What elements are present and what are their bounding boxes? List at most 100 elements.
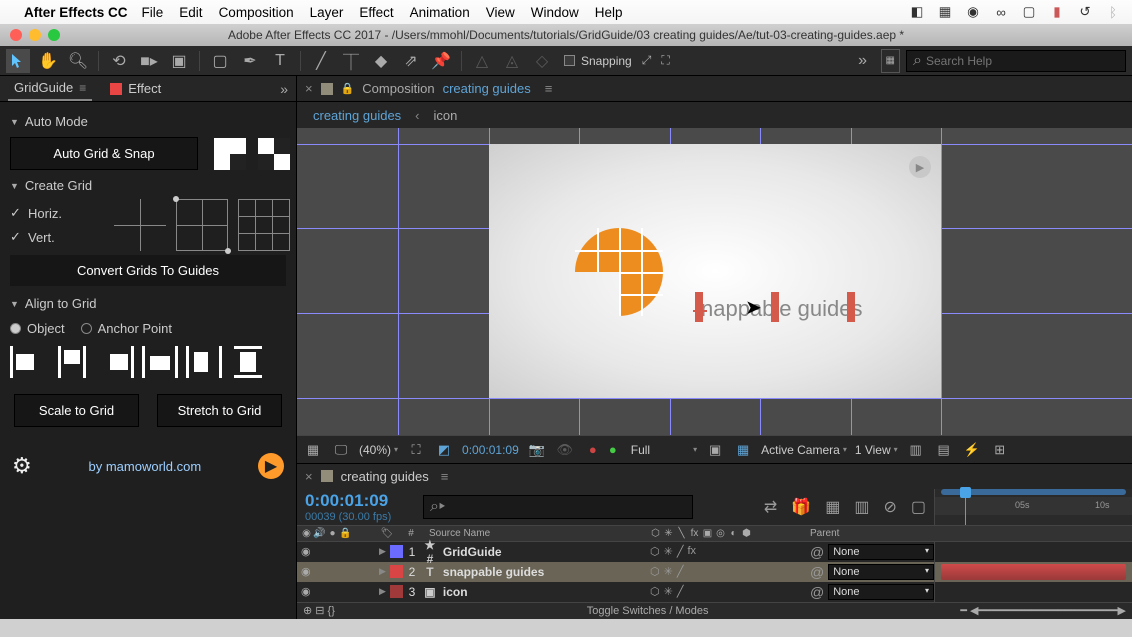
mamoworld-link[interactable]: by mamoworld.com xyxy=(42,459,248,474)
view-opt-4[interactable]: ⊞ xyxy=(990,440,1010,460)
crumb-back-icon[interactable]: ‹ xyxy=(415,108,419,123)
roi-icon[interactable]: ▣ xyxy=(705,440,725,460)
status-icon-1[interactable]: ◧ xyxy=(908,3,926,21)
snap-preset-1[interactable] xyxy=(214,138,246,170)
bluetooth-icon[interactable]: ᛒ xyxy=(1104,3,1122,21)
align-bottom[interactable] xyxy=(230,346,266,378)
menu-help[interactable]: Help xyxy=(595,5,623,20)
col-parent-header[interactable]: Parent xyxy=(804,528,934,539)
convert-grids-button[interactable]: Convert Grids To Guides xyxy=(10,255,286,286)
tl-search[interactable]: ⌕▸ xyxy=(423,495,693,519)
tab-gridguide[interactable]: GridGuide ≡ xyxy=(8,76,92,101)
parent-dropdown[interactable]: None▾ xyxy=(828,584,934,600)
menu-effect[interactable]: Effect xyxy=(359,5,393,20)
search-help[interactable]: ⌕ xyxy=(906,50,1126,72)
section-create-grid[interactable]: ▼Create Grid xyxy=(6,172,290,199)
text-tool[interactable]: T xyxy=(268,49,292,73)
align-middle[interactable] xyxy=(186,346,222,378)
channel-icon[interactable]: 🖵 xyxy=(331,440,351,460)
current-time-indicator[interactable] xyxy=(965,489,966,525)
mamoworld-logo[interactable]: ▶ xyxy=(258,453,284,479)
shape-tool[interactable]: ▢ xyxy=(208,49,232,73)
zoom-tool[interactable]: 🔍︎ xyxy=(66,49,90,73)
snapshot-icon[interactable]: 📷 xyxy=(527,440,547,460)
status-icon-cc[interactable]: ∞ xyxy=(992,3,1010,21)
col-label-header[interactable]: 🏷 xyxy=(375,528,399,539)
layer-row-2[interactable]: ◉ ▶ 2 Tsnappable guides ⬡✳╱ @None▾ xyxy=(297,562,1132,582)
tl-icon-5[interactable]: ⊘ xyxy=(883,497,896,517)
icon-layer[interactable] xyxy=(575,228,663,314)
status-icon-5[interactable]: ▮ xyxy=(1048,3,1066,21)
tl-icon-6[interactable]: ▢ xyxy=(911,497,926,517)
layer-name[interactable]: icon xyxy=(443,585,468,599)
resolution-dropdown[interactable]: Full▾ xyxy=(631,443,697,457)
view-opt-1[interactable]: ▥ xyxy=(906,440,926,460)
toolbar-more-icon[interactable]: » xyxy=(851,49,875,73)
clone-tool[interactable]: ⏉ xyxy=(339,49,363,73)
menu-animation[interactable]: Animation xyxy=(410,5,470,20)
status-icon-2[interactable]: ▦ xyxy=(936,3,954,21)
view-opt-2[interactable]: ▤ xyxy=(934,440,954,460)
scale-to-grid-button[interactable]: Scale to Grid xyxy=(14,394,139,427)
comp-menu-icon[interactable]: ≡ xyxy=(545,81,553,96)
status-icon-history[interactable]: ↺ xyxy=(1076,3,1094,21)
search-input[interactable] xyxy=(926,54,1119,68)
stretch-to-grid-button[interactable]: Stretch to Grid xyxy=(157,394,282,427)
tl-current-time[interactable]: 0:00:01:09 xyxy=(305,491,409,511)
horiz-check[interactable]: ✓Horiz. xyxy=(6,201,86,225)
close-button[interactable] xyxy=(10,29,22,41)
pan-behind-tool[interactable]: ▣ xyxy=(167,49,191,73)
minimize-button[interactable] xyxy=(29,29,41,41)
ratio-icon[interactable]: ⛶ xyxy=(406,440,426,460)
view-opt-3[interactable]: ⚡ xyxy=(962,440,982,460)
layer-label[interactable] xyxy=(390,545,403,558)
parent-dropdown[interactable]: None▾ xyxy=(828,564,934,580)
red-icon[interactable]: ● xyxy=(583,440,603,460)
tl-icon-4[interactable]: ▥ xyxy=(854,497,869,517)
section-align[interactable]: ▼Align to Grid xyxy=(6,290,290,317)
align-center-h[interactable] xyxy=(54,346,90,378)
zoom-dropdown[interactable]: (40%)▾ xyxy=(359,443,398,457)
auto-grid-snap-button[interactable]: Auto Grid & Snap xyxy=(10,137,198,170)
radio-object[interactable] xyxy=(10,323,21,334)
comp-close-icon[interactable]: × xyxy=(305,81,313,96)
tab-effect[interactable]: Effect xyxy=(104,77,167,100)
crumb-next[interactable]: icon xyxy=(434,108,458,123)
menu-file[interactable]: File xyxy=(142,5,164,20)
app-name[interactable]: After Effects CC xyxy=(24,5,128,20)
hand-tool[interactable]: ✋ xyxy=(36,49,60,73)
roto-tool[interactable]: ⇗ xyxy=(399,49,423,73)
transparency-grid-icon[interactable]: ▦ xyxy=(733,440,753,460)
layer-row-3[interactable]: ◉ ▶ 3 ▣icon ⬡✳╱ @None▾ xyxy=(297,582,1132,602)
tl-footer-icons[interactable]: ⊕ ⊟ {} xyxy=(297,604,335,617)
layer-name[interactable]: snappable guides xyxy=(443,565,544,579)
align-left[interactable] xyxy=(10,346,46,378)
vert-check[interactable]: ✓Vert. xyxy=(6,225,86,249)
zoom-button[interactable] xyxy=(48,29,60,41)
brush-tool[interactable]: ╱ xyxy=(309,49,333,73)
text-layer[interactable]: nappable guides xyxy=(701,296,862,322)
workspace-icon[interactable]: ▦ xyxy=(881,49,900,73)
menu-layer[interactable]: Layer xyxy=(310,5,344,20)
status-icon-4[interactable]: ▢ xyxy=(1020,3,1038,21)
tl-icon-3[interactable]: ▦ xyxy=(825,497,840,517)
status-icon-3[interactable]: ◉ xyxy=(964,3,982,21)
menu-composition[interactable]: Composition xyxy=(219,5,294,20)
panel-menu-icon[interactable]: ≡ xyxy=(79,81,86,95)
views-dropdown[interactable]: 1 View▾ xyxy=(855,443,898,457)
grid-preset-3[interactable] xyxy=(238,199,290,251)
snap-preset-2[interactable] xyxy=(258,138,290,170)
col-num-header[interactable]: # xyxy=(399,528,423,539)
radio-anchor[interactable] xyxy=(81,323,92,334)
layer-row-1[interactable]: ◉ ▶ 1 ★ #GridGuide ⬡✳╱fx @None▾ xyxy=(297,542,1132,562)
pen-tool[interactable]: ✒ xyxy=(238,49,262,73)
menu-view[interactable]: View xyxy=(486,5,515,20)
tl-tab-name[interactable]: creating guides xyxy=(341,469,429,484)
align-top[interactable] xyxy=(142,346,178,378)
tl-menu-icon[interactable]: ≡ xyxy=(441,469,449,484)
snapping-checkbox[interactable] xyxy=(564,55,575,66)
tl-close-icon[interactable]: × xyxy=(305,469,313,484)
comp-lock-icon[interactable]: 🔒 xyxy=(341,82,355,95)
puppet-tool[interactable]: 📌 xyxy=(429,49,453,73)
eraser-tool[interactable]: ◆ xyxy=(369,49,393,73)
